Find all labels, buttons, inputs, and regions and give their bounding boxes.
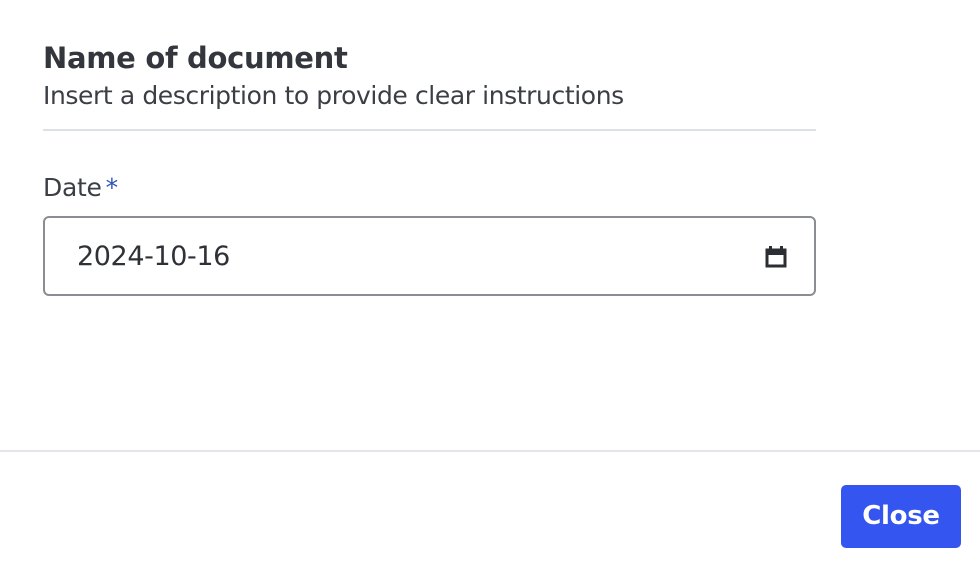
- calendar-icon[interactable]: [764, 244, 788, 268]
- header-divider: [43, 129, 816, 131]
- date-field-label: Date *: [43, 170, 118, 206]
- date-input[interactable]: 2024-10-16: [43, 216, 816, 296]
- date-label-text: Date: [43, 173, 102, 202]
- page-description: Insert a description to provide clear in…: [43, 81, 624, 110]
- footer-divider: [0, 450, 980, 452]
- document-header: Name of document Insert a description to…: [43, 38, 816, 131]
- required-marker: *: [105, 173, 119, 202]
- close-button[interactable]: Close: [841, 485, 961, 548]
- page-title: Name of document: [43, 41, 348, 75]
- date-value[interactable]: 2024-10-16: [77, 238, 230, 276]
